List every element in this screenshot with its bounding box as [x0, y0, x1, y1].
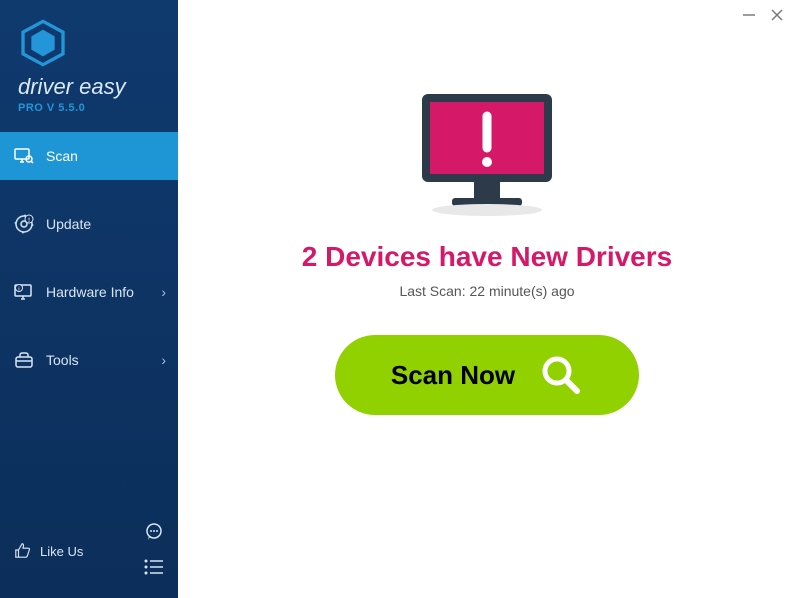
- toolbox-icon: [14, 350, 34, 370]
- brand-name: driver easy: [18, 74, 168, 100]
- sidebar-item-hardware-info[interactable]: i Hardware Info ›: [0, 268, 178, 316]
- gear-alert-icon: !: [14, 214, 34, 234]
- scan-now-button[interactable]: Scan Now: [335, 335, 639, 415]
- sidebar-footer: Like Us: [0, 510, 178, 598]
- sidebar-item-tools[interactable]: Tools ›: [0, 336, 178, 384]
- scan-button-label: Scan Now: [391, 360, 515, 391]
- feedback-icon[interactable]: [144, 522, 164, 547]
- monitor-info-icon: i: [14, 282, 34, 302]
- nav: Scan ! Update: [0, 132, 178, 404]
- menu-list-icon[interactable]: [144, 559, 164, 580]
- sidebar-item-label: Scan: [46, 148, 78, 164]
- logo-icon: [18, 18, 68, 68]
- window-controls: [742, 8, 784, 26]
- thumbs-up-icon: [14, 541, 32, 562]
- alert-monitor-icon: [412, 88, 562, 223]
- logo-section: driver easy PRO V 5.5.0: [0, 0, 178, 124]
- like-us-label: Like Us: [40, 544, 83, 559]
- sidebar-item-update[interactable]: ! Update: [0, 200, 178, 248]
- sidebar-item-scan[interactable]: Scan: [0, 132, 178, 180]
- search-icon: [539, 353, 583, 397]
- chevron-right-icon: ›: [161, 352, 166, 368]
- version-text: PRO V 5.5.0: [18, 102, 168, 114]
- main-content: 2 Devices have New Drivers Last Scan: 22…: [178, 0, 796, 598]
- monitor-scan-icon: [14, 146, 34, 166]
- sidebar: driver easy PRO V 5.5.0 Scan: [0, 0, 178, 598]
- status-heading: 2 Devices have New Drivers: [302, 241, 672, 273]
- chevron-right-icon: ›: [161, 284, 166, 300]
- close-button[interactable]: [770, 8, 784, 26]
- svg-text:!: !: [28, 218, 30, 224]
- like-us-link[interactable]: Like Us: [14, 541, 83, 562]
- minimize-button[interactable]: [742, 8, 756, 26]
- sidebar-item-label: Update: [46, 216, 91, 232]
- sidebar-item-label: Tools: [46, 352, 79, 368]
- last-scan-text: Last Scan: 22 minute(s) ago: [399, 283, 574, 299]
- sidebar-item-label: Hardware Info: [46, 284, 134, 300]
